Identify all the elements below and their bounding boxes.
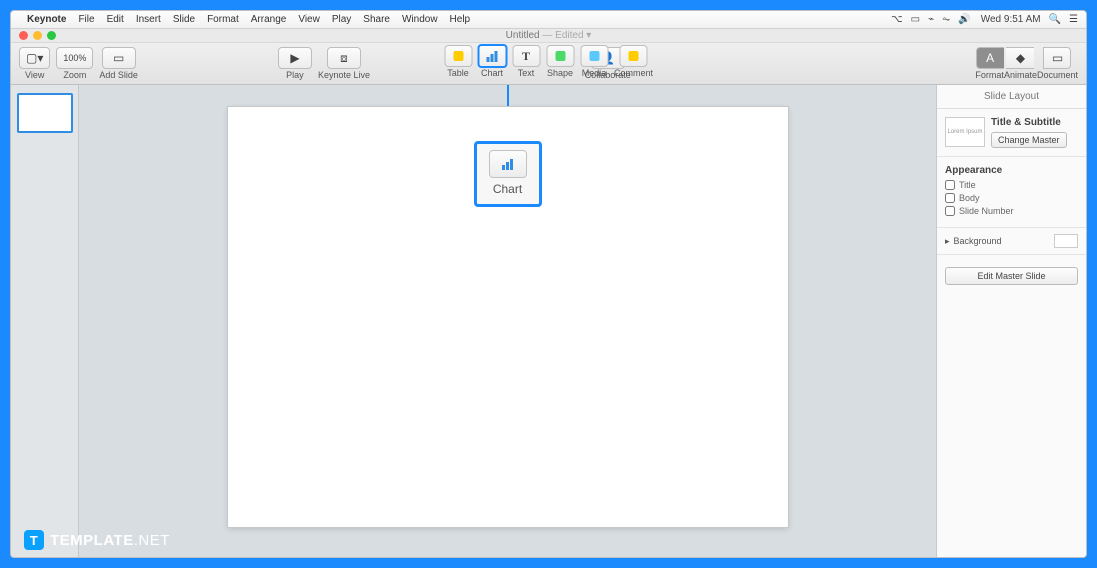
slide-canvas-area: Chart bbox=[79, 85, 936, 557]
menu-format[interactable]: Format bbox=[207, 14, 239, 25]
menu-file[interactable]: File bbox=[78, 14, 94, 25]
menu-help[interactable]: Help bbox=[450, 14, 471, 25]
menu-app[interactable]: Keynote bbox=[27, 14, 66, 25]
media-label: Media bbox=[582, 68, 607, 78]
menu-slide[interactable]: Slide bbox=[173, 14, 195, 25]
status-wifi-icon[interactable]: ⏦ bbox=[942, 14, 950, 25]
minimize-window-icon[interactable] bbox=[33, 31, 42, 40]
slide-number-checkbox-row[interactable]: Slide Number bbox=[945, 206, 1078, 216]
slide-canvas[interactable]: Chart bbox=[228, 107, 788, 527]
comment-label: Comment bbox=[614, 68, 653, 78]
menu-share[interactable]: Share bbox=[363, 14, 390, 25]
title-checkbox-row[interactable]: Title bbox=[945, 180, 1078, 190]
status-volume-icon[interactable]: 🔊 bbox=[958, 14, 970, 25]
background-row[interactable]: ▸ Background bbox=[937, 228, 1086, 255]
menu-view[interactable]: View bbox=[298, 14, 320, 25]
chart-label: Chart bbox=[481, 68, 503, 78]
comment-icon bbox=[628, 51, 638, 61]
zoom-label: Zoom bbox=[63, 70, 86, 80]
menu-edit[interactable]: Edit bbox=[107, 14, 124, 25]
format-inspector: Slide Layout Lorem Ipsum Title & Subtitl… bbox=[936, 85, 1086, 557]
watermark: T TEMPLATE.NET bbox=[24, 530, 170, 550]
change-master-button[interactable]: Change Master bbox=[991, 132, 1067, 148]
menu-insert[interactable]: Insert bbox=[136, 14, 161, 25]
chart-tool[interactable]: Chart bbox=[478, 45, 506, 78]
body-checkbox-row[interactable]: Body bbox=[945, 193, 1078, 203]
keynote-live-icon: ⧈ bbox=[340, 51, 348, 66]
appearance-heading: Appearance bbox=[945, 165, 1078, 176]
media-icon bbox=[589, 51, 599, 61]
play-tool[interactable]: ▶ Play bbox=[278, 47, 312, 80]
text-label: Text bbox=[518, 68, 535, 78]
document-label: Document bbox=[1037, 70, 1078, 80]
chevron-right-icon: ▸ bbox=[945, 236, 950, 247]
traffic-lights[interactable] bbox=[19, 31, 56, 40]
status-display-icon[interactable]: ▭ bbox=[911, 14, 920, 25]
shape-icon bbox=[555, 51, 565, 61]
status-bluetooth-icon[interactable]: ⌁ bbox=[928, 14, 934, 25]
status-tv-icon[interactable]: ⌥ bbox=[891, 14, 903, 25]
format-icon: A bbox=[986, 51, 994, 65]
add-slide-tool[interactable]: ▭ Add Slide bbox=[99, 47, 138, 80]
view-label: View bbox=[25, 70, 44, 80]
view-tool[interactable]: ▢▾ View bbox=[19, 47, 50, 80]
document-title: Untitled — Edited ▾ bbox=[506, 30, 592, 41]
chart-callout-label: Chart bbox=[493, 182, 522, 196]
body-checkbox[interactable] bbox=[945, 193, 955, 203]
keynote-live-tool[interactable]: ⧈ Keynote Live bbox=[318, 47, 370, 80]
chart-callout-icon-box bbox=[489, 150, 527, 178]
chart-icon bbox=[486, 50, 497, 62]
table-icon bbox=[453, 51, 463, 61]
text-icon: T bbox=[522, 49, 530, 64]
animate-label: Animate bbox=[1004, 70, 1037, 80]
status-search-icon[interactable]: 🔍 bbox=[1049, 14, 1061, 25]
shape-tool[interactable]: Shape bbox=[546, 45, 574, 78]
close-window-icon[interactable] bbox=[19, 31, 28, 40]
status-clock[interactable]: Wed 9:51 AM bbox=[981, 14, 1041, 25]
toolbar: ▢▾ View 100% Zoom ▭ Add Slide ▶ Play bbox=[11, 43, 1086, 85]
menu-play[interactable]: Play bbox=[332, 14, 351, 25]
table-label: Table bbox=[447, 68, 469, 78]
menu-arrange[interactable]: Arrange bbox=[251, 14, 287, 25]
layout-name: Title & Subtitle bbox=[991, 117, 1078, 128]
watermark-logo-icon: T bbox=[24, 530, 44, 550]
status-notification-icon[interactable]: ☰ bbox=[1069, 14, 1078, 25]
window-titlebar: Untitled — Edited ▾ bbox=[11, 29, 1086, 43]
chart-callout: Chart bbox=[474, 141, 542, 207]
zoom-tool[interactable]: 100% Zoom bbox=[56, 47, 93, 80]
format-label: Format bbox=[975, 70, 1004, 80]
document-icon: ▭ bbox=[1052, 51, 1063, 65]
add-slide-label: Add Slide bbox=[99, 70, 138, 80]
add-slide-icon: ▭ bbox=[113, 51, 124, 65]
maximize-window-icon[interactable] bbox=[47, 31, 56, 40]
mac-menubar: Keynote File Edit Insert Slide Format Ar… bbox=[11, 11, 1086, 29]
animate-icon: ◆ bbox=[1016, 51, 1025, 65]
play-icon: ▶ bbox=[290, 51, 299, 65]
comment-tool[interactable]: Comment bbox=[614, 45, 653, 78]
shape-label: Shape bbox=[547, 68, 573, 78]
slide-number-checkbox[interactable] bbox=[945, 206, 955, 216]
edit-master-button[interactable]: Edit Master Slide bbox=[945, 267, 1078, 285]
play-label: Play bbox=[286, 70, 304, 80]
view-icon: ▢▾ bbox=[26, 51, 43, 65]
table-tool[interactable]: Table bbox=[444, 45, 472, 78]
title-checkbox[interactable] bbox=[945, 180, 955, 190]
layout-thumbnail: Lorem Ipsum bbox=[945, 117, 985, 147]
background-swatch[interactable] bbox=[1054, 234, 1078, 248]
slide-navigator[interactable] bbox=[11, 85, 79, 557]
animate-tool[interactable]: ◆ Animate bbox=[1004, 47, 1037, 80]
text-tool[interactable]: T Text bbox=[512, 45, 540, 78]
format-tool[interactable]: A Format bbox=[975, 47, 1004, 80]
media-tool[interactable]: Media bbox=[580, 45, 608, 78]
keynote-live-label: Keynote Live bbox=[318, 70, 370, 80]
menu-window[interactable]: Window bbox=[402, 14, 438, 25]
inspector-header: Slide Layout bbox=[937, 85, 1086, 109]
chart-icon bbox=[502, 158, 513, 170]
document-tool[interactable]: ▭ Document bbox=[1037, 47, 1078, 80]
slide-thumbnail-1[interactable] bbox=[17, 93, 73, 133]
